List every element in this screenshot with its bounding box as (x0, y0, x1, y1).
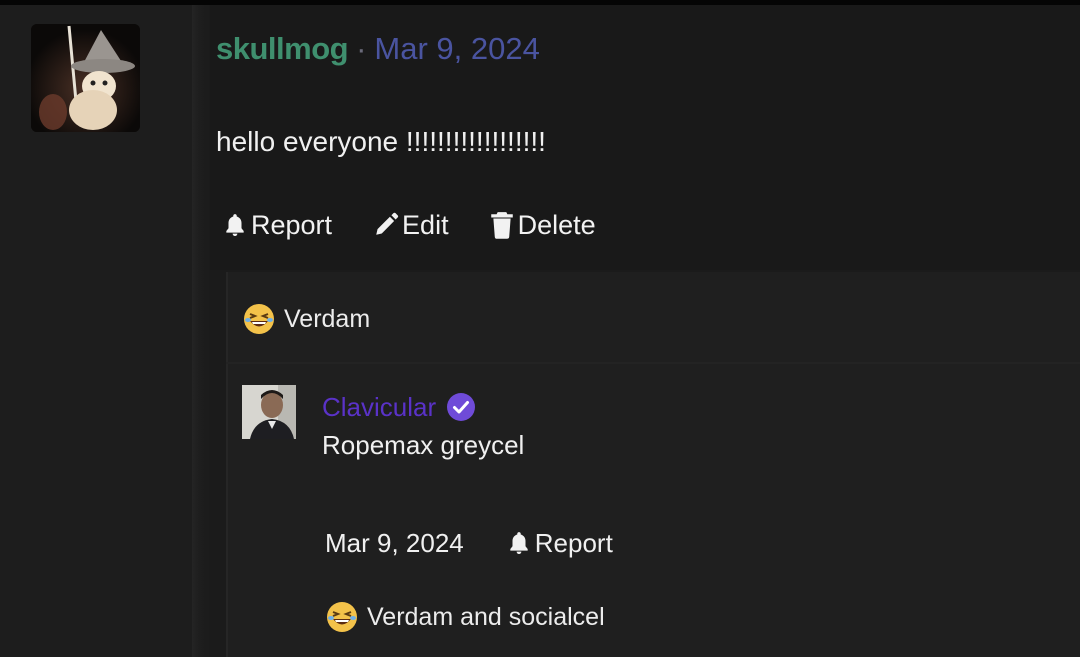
bell-icon (510, 532, 528, 555)
reply-report-button[interactable]: Report (506, 528, 613, 559)
wizard-avatar-icon (31, 24, 140, 132)
post-date[interactable]: Mar 9, 2024 (374, 31, 539, 67)
reply-date[interactable]: Mar 9, 2024 (325, 528, 464, 559)
column-divider (192, 5, 210, 657)
post-body: hello everyone !!!!!!!!!!!!!!!!!! (216, 126, 546, 157)
avatar[interactable] (31, 24, 140, 132)
reply-avatar[interactable] (242, 385, 296, 439)
reply-username-link[interactable]: Clavicular (322, 392, 436, 423)
delete-label: Delete (517, 209, 596, 240)
username-link[interactable]: skullmog (216, 31, 349, 67)
screen: skullmog · Mar 9, 2024 hello everyone !!… (0, 0, 1080, 657)
reply-report-label: Report (534, 527, 613, 558)
report-label: Report (251, 209, 333, 240)
verified-badge-icon (447, 393, 476, 421)
reply-divider (226, 362, 1080, 364)
post-header: skullmog · Mar 9, 2024 (216, 27, 540, 71)
pencil-icon (376, 212, 399, 235)
reaction-item[interactable]: Verdam (242, 299, 370, 339)
report-button[interactable]: Report (222, 210, 332, 241)
reply-reaction-text: Verdam and socialcel (367, 602, 605, 631)
reply-meta: Mar 9, 2024 Report (325, 524, 613, 562)
reply-reaction-item[interactable]: Verdam and socialcel (325, 597, 605, 637)
reply-body: Ropemax greycel (322, 430, 525, 460)
bell-icon (226, 214, 244, 237)
person-avatar-icon (242, 385, 296, 439)
edit-label: Edit (402, 209, 449, 240)
delete-button[interactable]: Delete (489, 210, 596, 241)
reaction-text: Verdam (284, 304, 371, 333)
separator: · (356, 31, 367, 66)
trash-icon (490, 212, 513, 239)
edit-button[interactable]: Edit (373, 210, 449, 241)
reply-username-row: Clavicular (322, 388, 476, 426)
post-actions: Report Edit Delete (222, 203, 596, 247)
grinning-squinting-emoji-icon (244, 304, 274, 334)
grinning-squinting-emoji-icon (327, 602, 357, 632)
